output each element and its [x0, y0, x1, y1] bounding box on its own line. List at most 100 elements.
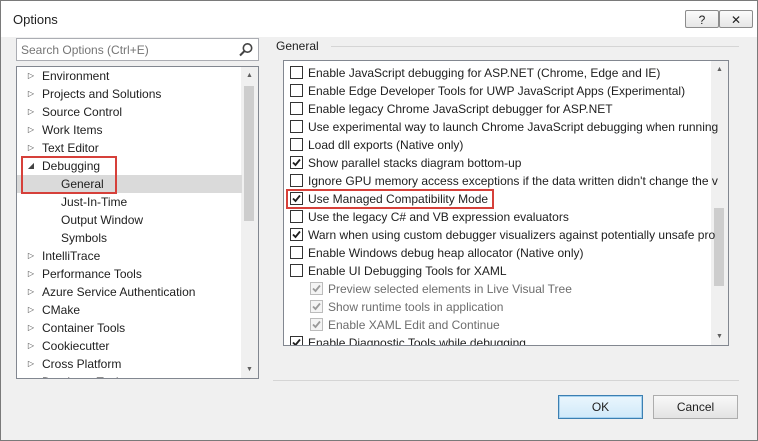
tree-item[interactable]: Just-In-Time: [17, 193, 242, 211]
option-row: Load dll exports (Native only): [284, 136, 710, 154]
option-checkbox[interactable]: [290, 156, 303, 169]
tree-item[interactable]: ▷ Text Editor: [17, 139, 242, 157]
option-checkbox: [310, 282, 323, 295]
option-checkbox[interactable]: [290, 228, 303, 241]
options-scrollbar[interactable]: ▲ ▼: [711, 61, 728, 345]
scroll-down-icon[interactable]: ▼: [241, 361, 258, 378]
option-label[interactable]: Enable Diagnostic Tools while debugging: [308, 334, 526, 345]
tree-item[interactable]: Output Window: [17, 211, 242, 229]
tree-item[interactable]: ▷ Environment: [17, 67, 242, 85]
tree-item-label: Environment: [42, 69, 110, 83]
tree-scroll-thumb[interactable]: [244, 86, 254, 221]
option-checkbox[interactable]: [290, 84, 303, 97]
option-label[interactable]: Enable Windows debug heap allocator (Nat…: [308, 244, 584, 262]
title-bar[interactable]: Options ? ✕: [1, 1, 757, 37]
tree-item[interactable]: ▷ Source Control: [17, 103, 242, 121]
option-row: Show parallel stacks diagram bottom-up: [284, 154, 710, 172]
collapsed-arrow-icon[interactable]: ▷: [25, 337, 37, 355]
search-icon[interactable]: [237, 41, 255, 59]
tree-item-label: Cross Platform: [42, 357, 122, 371]
collapsed-arrow-icon[interactable]: ▷: [25, 301, 37, 319]
option-label[interactable]: Enable Edge Developer Tools for UWP Java…: [308, 82, 685, 100]
help-button[interactable]: ?: [685, 10, 719, 28]
tree-item[interactable]: ▷ Azure Service Authentication: [17, 283, 242, 301]
option-label[interactable]: Enable legacy Chrome JavaScript debugger…: [308, 100, 613, 118]
tree-item[interactable]: Symbols: [17, 229, 242, 247]
tree-item-label: CMake: [42, 303, 81, 317]
tree-item[interactable]: ▷ Performance Tools: [17, 265, 242, 283]
ok-button[interactable]: OK: [558, 395, 643, 419]
option-label[interactable]: Warn when using custom debugger visualiz…: [308, 226, 715, 244]
tree-item-label: Symbols: [61, 231, 108, 245]
collapsed-arrow-icon[interactable]: ▷: [25, 247, 37, 265]
tree-item-label: Text Editor: [42, 141, 99, 155]
tree-item[interactable]: ▷ Cookiecutter: [17, 337, 242, 355]
option-checkbox[interactable]: [290, 66, 303, 79]
option-row: Enable UI Debugging Tools for XAML: [284, 262, 710, 280]
scroll-down-icon[interactable]: ▼: [711, 328, 728, 345]
option-label[interactable]: Use experimental way to launch Chrome Ja…: [308, 118, 718, 136]
collapsed-arrow-icon[interactable]: ▷: [25, 67, 37, 85]
tree-item-label: Database Tools: [42, 373, 125, 378]
option-row: Enable Edge Developer Tools for UWP Java…: [284, 82, 710, 100]
option-row: Use the legacy C# and VB expression eval…: [284, 208, 710, 226]
tree-item-label: Source Control: [42, 105, 123, 119]
search-input[interactable]: [17, 39, 236, 60]
option-label[interactable]: Use the legacy C# and VB expression eval…: [308, 208, 569, 226]
option-row: Enable Diagnostic Tools while debugging: [284, 334, 710, 345]
tree-item[interactable]: ▷ Work Items: [17, 121, 242, 139]
tree-item-label: IntelliTrace: [42, 249, 101, 263]
tree-item-label: Just-In-Time: [61, 195, 128, 209]
options-scroll-thumb[interactable]: [714, 208, 724, 286]
tree-item[interactable]: ▷ CMake: [17, 301, 242, 319]
collapsed-arrow-icon[interactable]: ▷: [25, 103, 37, 121]
search-box[interactable]: [16, 38, 259, 61]
tree-item-label: Work Items: [42, 123, 103, 137]
tree-item[interactable]: ▷ Container Tools: [17, 319, 242, 337]
section-divider: [331, 46, 739, 47]
cancel-button[interactable]: Cancel: [653, 395, 738, 419]
options-dialog: Options ? ✕ ▲ ▼ ▷ Environment ▷ Projects an…: [0, 0, 758, 441]
collapsed-arrow-icon[interactable]: ▷: [25, 85, 37, 103]
tree-item-label: Projects and Solutions: [42, 87, 162, 101]
option-row: Warn when using custom debugger visualiz…: [284, 226, 715, 244]
tree-item[interactable]: ▷ Projects and Solutions: [17, 85, 242, 103]
option-checkbox[interactable]: [290, 102, 303, 115]
tree-item-label: Container Tools: [42, 321, 126, 335]
option-checkbox[interactable]: [290, 174, 303, 187]
option-checkbox[interactable]: [290, 210, 303, 223]
option-label[interactable]: Enable UI Debugging Tools for XAML: [308, 262, 507, 280]
debugging-general-highlight: [21, 156, 117, 194]
option-label[interactable]: Load dll exports (Native only): [308, 136, 463, 154]
collapsed-arrow-icon[interactable]: ▷: [25, 319, 37, 337]
option-checkbox[interactable]: [290, 246, 303, 259]
window-title: Options: [13, 12, 58, 27]
option-checkbox[interactable]: [290, 120, 303, 133]
collapsed-arrow-icon[interactable]: ▷: [25, 139, 37, 157]
tree-item[interactable]: ▷ Database Tools: [17, 373, 242, 378]
option-row: Enable Windows debug heap allocator (Nat…: [284, 244, 710, 262]
option-label[interactable]: Ignore GPU memory access exceptions if t…: [308, 172, 718, 190]
option-checkbox[interactable]: [290, 138, 303, 151]
option-label[interactable]: Show parallel stacks diagram bottom-up: [308, 154, 521, 172]
options-tree[interactable]: ▲ ▼ ▷ Environment ▷ Projects and Solutions ▷…: [16, 66, 259, 379]
option-checkbox: [310, 318, 323, 331]
option-checkbox[interactable]: [290, 264, 303, 277]
tree-item[interactable]: ▷ Cross Platform: [17, 355, 242, 373]
scroll-up-icon[interactable]: ▲: [711, 61, 728, 78]
collapsed-arrow-icon[interactable]: ▷: [25, 355, 37, 373]
tree-item[interactable]: ▷ IntelliTrace: [17, 247, 242, 265]
bottom-divider: [273, 380, 739, 381]
option-label: Enable XAML Edit and Continue: [328, 318, 500, 332]
collapsed-arrow-icon[interactable]: ▷: [25, 373, 37, 378]
collapsed-arrow-icon[interactable]: ▷: [25, 121, 37, 139]
option-label[interactable]: Enable JavaScript debugging for ASP.NET …: [308, 64, 660, 82]
tree-item-label: Cookiecutter: [42, 339, 110, 353]
close-button[interactable]: ✕: [719, 10, 753, 28]
collapsed-arrow-icon[interactable]: ▷: [25, 265, 37, 283]
tree-scrollbar[interactable]: ▲ ▼: [241, 67, 258, 378]
option-checkbox[interactable]: [290, 336, 303, 345]
option-row: Enable JavaScript debugging for ASP.NET …: [284, 64, 710, 82]
collapsed-arrow-icon[interactable]: ▷: [25, 283, 37, 301]
scroll-up-icon[interactable]: ▲: [241, 67, 258, 84]
